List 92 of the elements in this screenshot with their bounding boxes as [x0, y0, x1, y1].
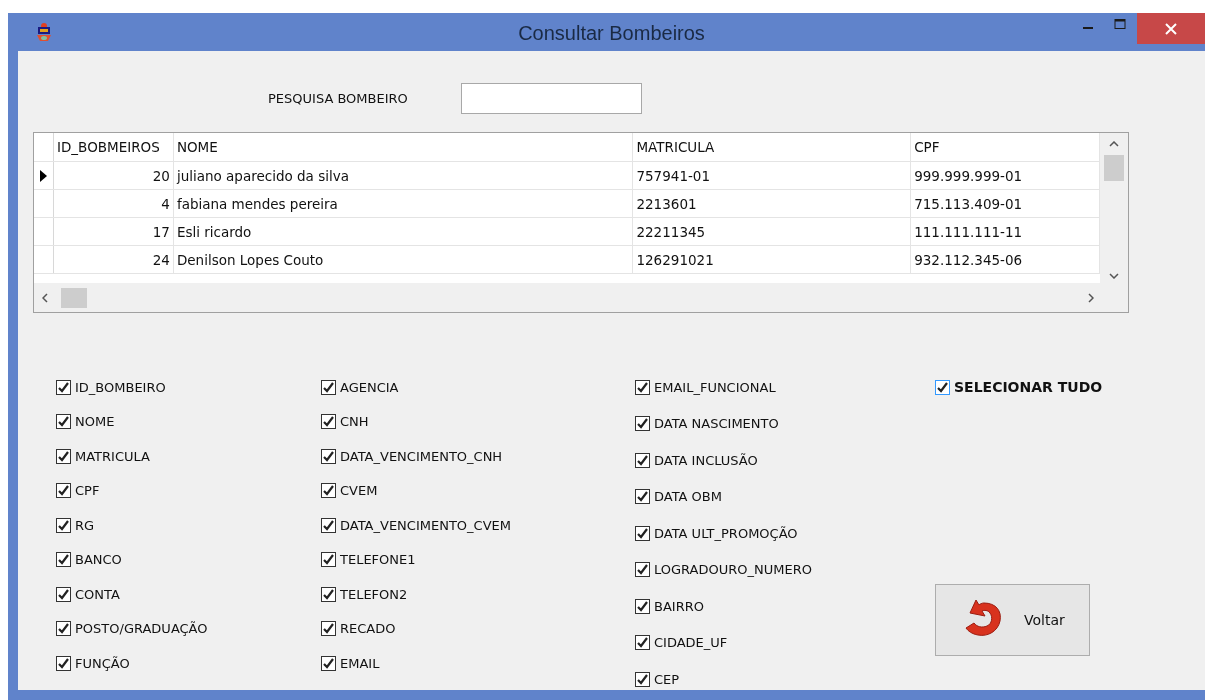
back-button[interactable]: Voltar: [935, 584, 1090, 656]
window-title: Consultar Bombeiros: [518, 22, 705, 45]
table-cell: Denilson Lopes Couto: [173, 246, 634, 273]
checkmark-icon: [636, 672, 649, 686]
checkmark-icon: [57, 380, 70, 394]
table-cell: 2213601: [633, 190, 912, 217]
field-checkbox[interactable]: TELEFONE1: [321, 548, 635, 571]
checkmark-icon: [322, 553, 335, 566]
scroll-down-icon: [1109, 273, 1119, 279]
field-checkbox[interactable]: MATRICULA: [56, 445, 321, 467]
field-checkbox[interactable]: CNH: [321, 410, 635, 433]
field-checkbox[interactable]: CPF: [56, 479, 321, 502]
checkmark-icon: [57, 518, 70, 532]
checkmark-icon: [322, 656, 335, 670]
checkmark-icon: [57, 622, 70, 635]
field-checkbox[interactable]: RG: [56, 514, 321, 536]
field-checkbox[interactable]: EMAIL: [321, 652, 635, 674]
checkmark-icon: [57, 415, 70, 428]
column-header[interactable]: NOME: [173, 133, 634, 161]
column-header[interactable]: ID_BOBMEIROS: [54, 133, 174, 161]
emblem-icon: [34, 21, 54, 43]
table-cell: 20: [54, 162, 174, 189]
table-cell: fabiana mendes pereira: [173, 190, 634, 217]
table-cell: 4: [54, 190, 174, 217]
field-checkbox[interactable]: BANCO: [56, 548, 321, 571]
column-header[interactable]: MATRICULA: [633, 133, 912, 161]
field-checkbox[interactable]: BAIRRO: [635, 595, 935, 617]
checkmark-icon: [936, 380, 949, 394]
checkmark-icon: [636, 490, 649, 503]
field-checkbox[interactable]: POSTO/GRADUAÇÃO: [56, 617, 321, 640]
checkmark-icon: [636, 599, 649, 613]
table-cell: 17: [54, 218, 174, 245]
checkmark-icon: [636, 563, 649, 576]
table-cell: 999.999.999-01: [911, 162, 1100, 189]
scroll-thumb[interactable]: [61, 287, 87, 308]
field-checkbox[interactable]: LOGRADOURO_NUMERO: [635, 558, 935, 581]
table-cell: 715.113.409-01: [911, 190, 1100, 217]
checkmark-icon: [322, 587, 335, 601]
table-cell: 757941-01: [633, 162, 912, 189]
checkmark-icon: [636, 380, 649, 394]
close-icon: [1165, 22, 1177, 35]
scroll-up-icon: [1109, 141, 1119, 147]
field-checkbox[interactable]: CIDADE_UF: [635, 631, 935, 654]
checkmark-icon: [57, 656, 70, 670]
current-row-icon: [40, 169, 47, 182]
checkmark-icon: [322, 622, 335, 635]
field-checkbox[interactable]: DATA ULT_PROMOÇÃO: [635, 522, 935, 544]
table-cell: Esli ricardo: [173, 218, 634, 245]
checkmark-icon: [636, 636, 649, 649]
checkmark-icon: [322, 415, 335, 428]
checkmark-icon: [57, 587, 70, 601]
field-checkbox[interactable]: RECADO: [321, 617, 635, 640]
select-all-checkbox[interactable]: SELECIONAR TUDO: [935, 376, 1103, 398]
scroll-right-icon: [1088, 292, 1094, 303]
table-cell: 932.112.345-06: [911, 246, 1100, 273]
field-checkbox[interactable]: TELEFON2: [321, 583, 635, 605]
checkmark-icon: [636, 526, 649, 540]
column-header[interactable]: CPF: [911, 133, 1100, 161]
scroll-left-icon: [42, 292, 48, 303]
table-cell: juliano aparecido da silva: [173, 162, 634, 189]
maximize-icon: [1114, 19, 1126, 29]
minimize-icon: [1083, 27, 1093, 29]
scroll-thumb[interactable]: [1104, 155, 1124, 181]
checkmark-icon: [322, 380, 335, 394]
field-checkbox[interactable]: NOME: [56, 410, 321, 433]
table-cell: 22211345: [633, 218, 912, 245]
field-checkbox[interactable]: EMAIL_FUNCIONAL: [635, 376, 935, 398]
field-checkbox[interactable]: CONTA: [56, 583, 321, 605]
checkmark-icon: [57, 484, 70, 497]
checkmark-icon: [322, 484, 335, 497]
checkmark-icon: [57, 553, 70, 566]
field-checkbox[interactable]: ID_BOMBEIRO: [56, 376, 321, 398]
field-checkbox[interactable]: DATA_VENCIMENTO_CNH: [321, 445, 635, 467]
field-checkbox[interactable]: DATA OBM: [635, 485, 935, 508]
field-checkbox[interactable]: DATA NASCIMENTO: [635, 412, 935, 435]
field-checkbox[interactable]: AGENCIA: [321, 376, 635, 398]
checkmark-icon: [322, 449, 335, 463]
field-checkbox[interactable]: FUNÇÃO: [56, 652, 321, 674]
field-checkbox[interactable]: DATA_VENCIMENTO_CVEM: [321, 514, 635, 536]
field-checkbox[interactable]: CVEM: [321, 479, 635, 502]
search-label: PESQUISA BOMBEIRO: [268, 91, 409, 106]
close-button[interactable]: [1137, 13, 1205, 44]
table-cell: 24: [54, 246, 174, 273]
checkmark-icon: [57, 449, 70, 463]
checkmark-icon: [636, 453, 649, 467]
table-cell: 111.111.111-11: [911, 218, 1100, 245]
search-field[interactable]: [461, 83, 642, 114]
checkmark-icon: [322, 518, 335, 532]
table-cell: 126291021: [633, 246, 912, 273]
field-checkbox[interactable]: DATA INCLUSÃO: [635, 449, 935, 471]
field-checkbox[interactable]: CEP: [635, 668, 935, 690]
checkmark-icon: [636, 417, 649, 430]
